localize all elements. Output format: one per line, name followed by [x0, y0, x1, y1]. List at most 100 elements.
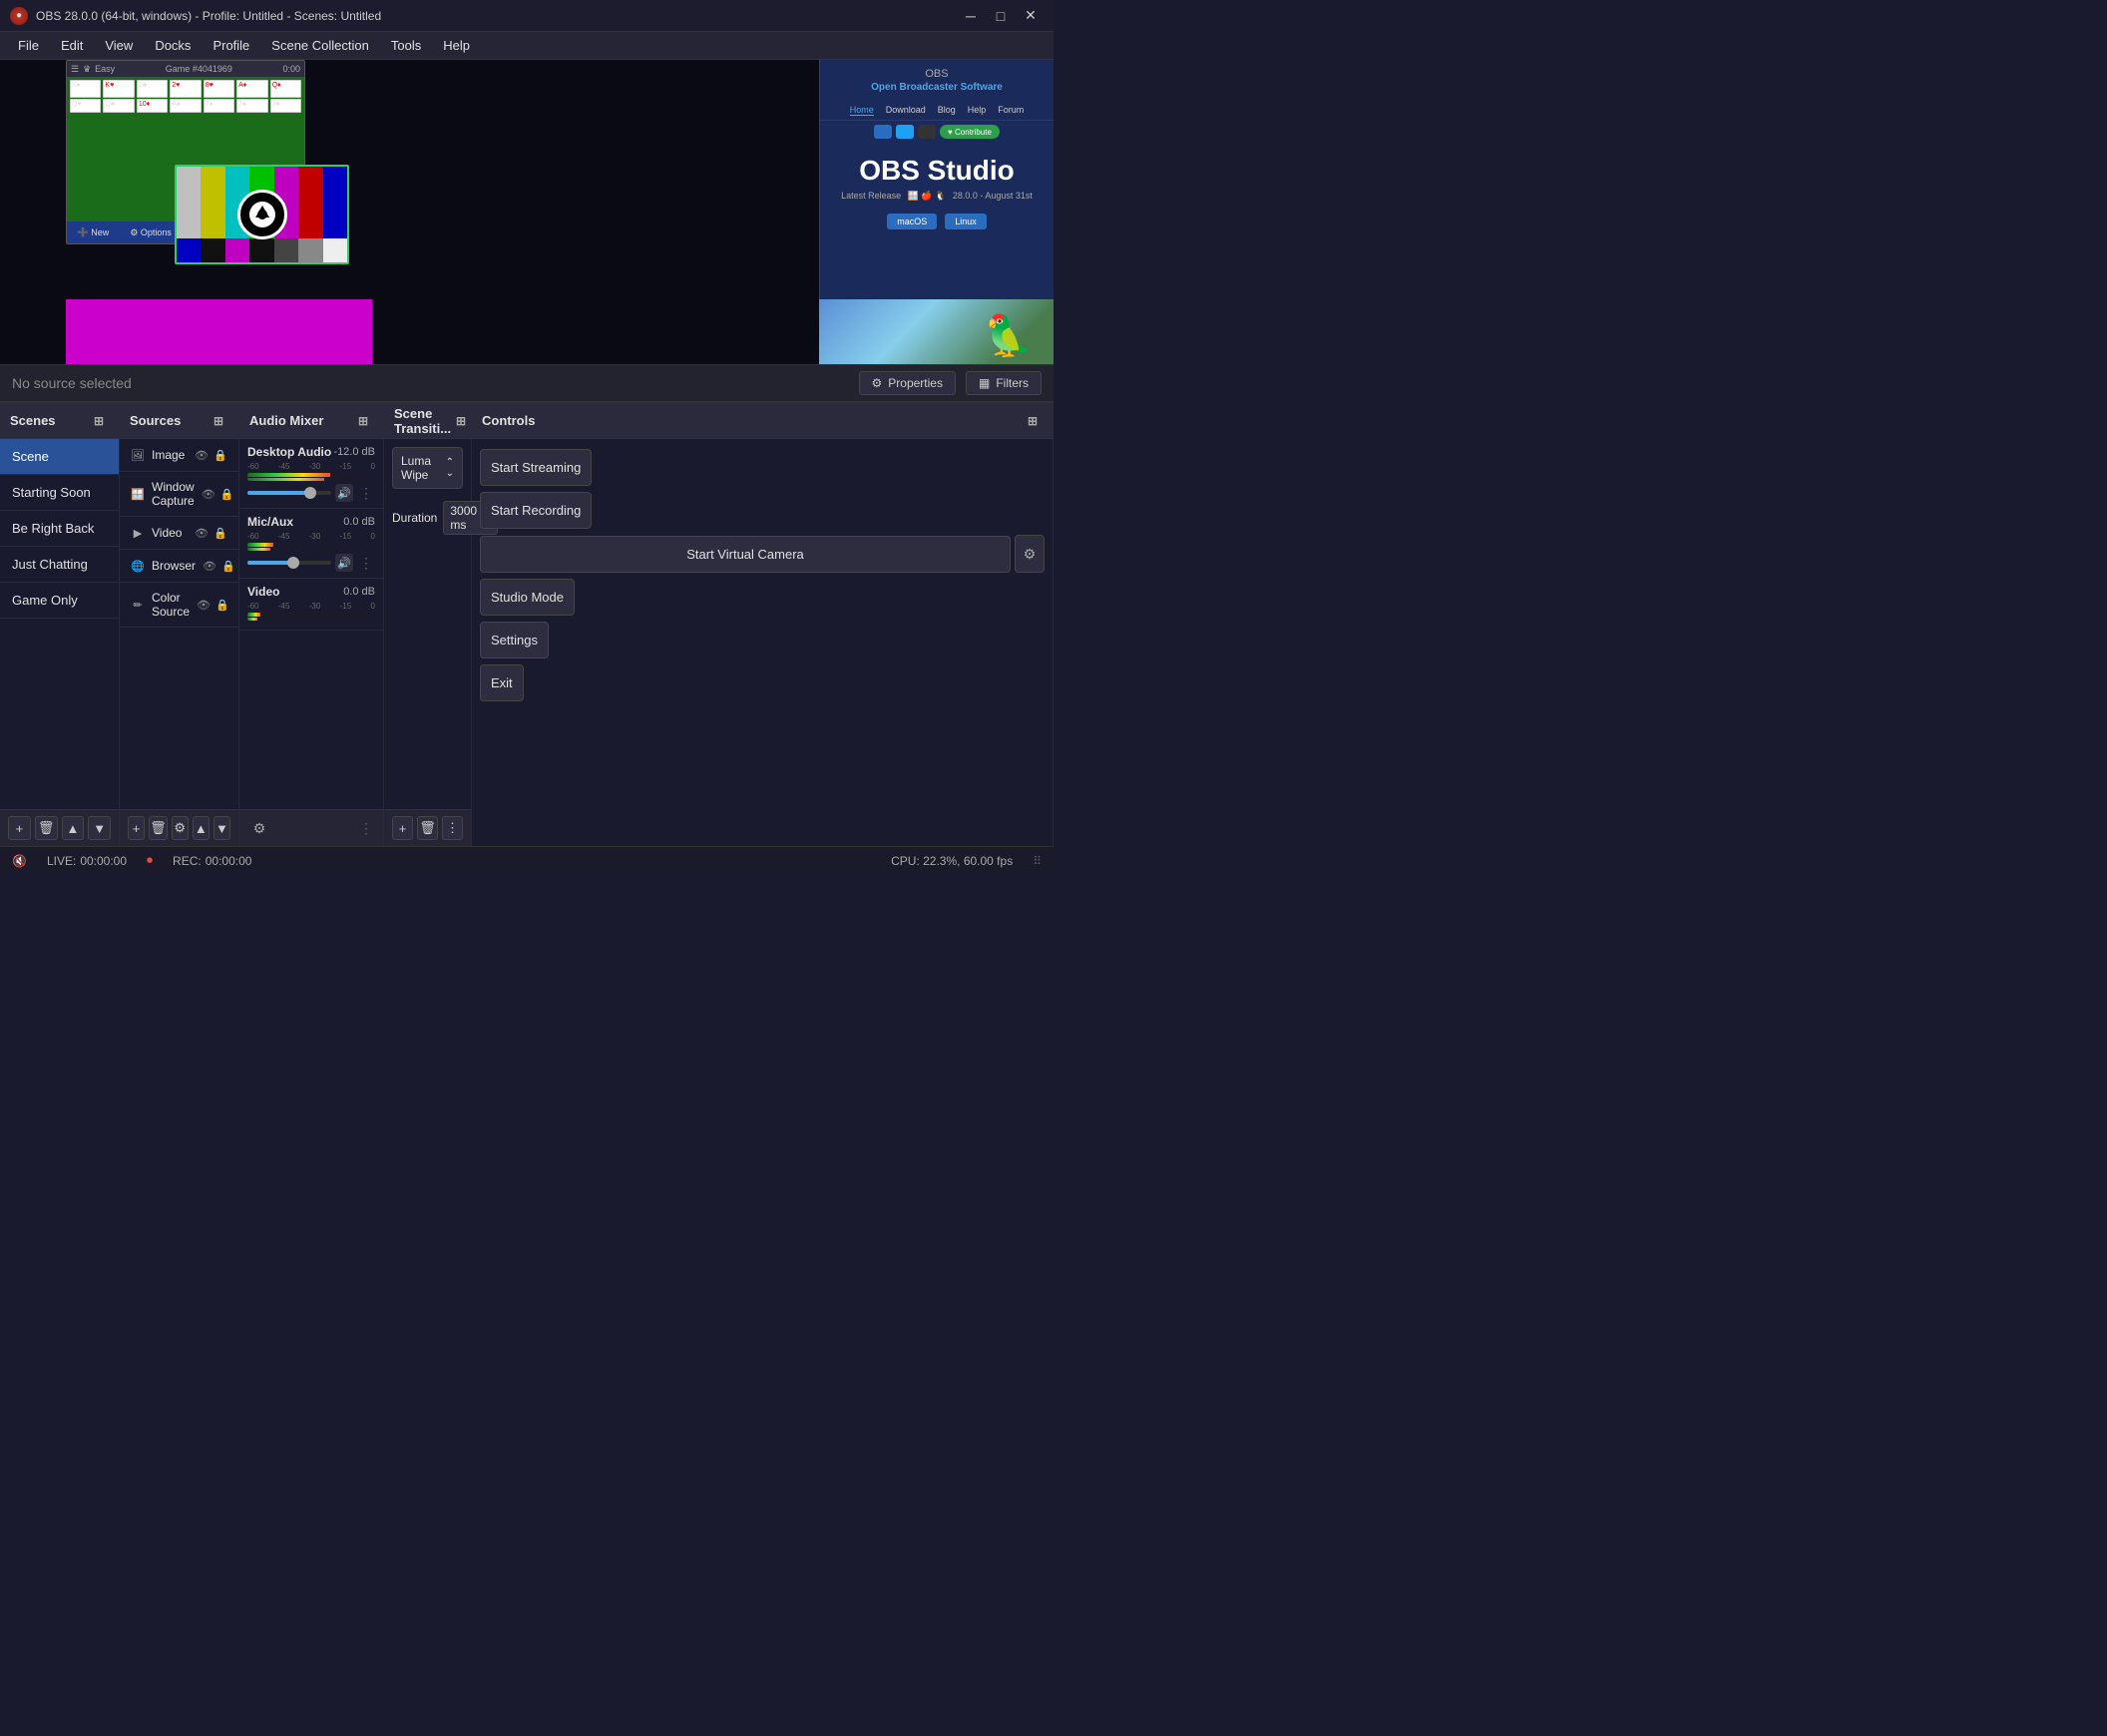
scenes-remove-btn[interactable]: 🗑: [35, 816, 58, 840]
transitions-menu-btn[interactable]: ⋮: [442, 816, 463, 840]
mic-aux-menu[interactable]: ⋮: [357, 554, 375, 572]
rec-status: REC: 00:00:00: [173, 854, 251, 868]
audio-menu-btn[interactable]: ⋮: [357, 819, 375, 837]
video-meter: [247, 613, 375, 621]
source-browser-visibility[interactable]: 👁: [202, 558, 217, 574]
menu-bar: File Edit View Docks Profile Scene Colle…: [0, 32, 1054, 60]
source-image-lock[interactable]: 🔒: [212, 447, 228, 463]
source-video-visibility[interactable]: 👁: [194, 525, 210, 541]
color-source-icon: ✏: [130, 597, 146, 613]
mic-aux-fader[interactable]: [247, 561, 331, 565]
studio-mode-button[interactable]: Studio Mode: [480, 579, 575, 616]
mic-aux-fader-row: 🔊 ⋮: [247, 554, 375, 572]
obs-website-preview: OBS Open Broadcaster Software HomeDownlo…: [819, 60, 1054, 304]
menu-help[interactable]: Help: [433, 34, 480, 57]
desktop-audio-mute[interactable]: 🔊: [335, 484, 353, 502]
sources-remove-btn[interactable]: 🗑: [149, 816, 168, 840]
audio-channel-mic: Mic/Aux 0.0 dB -60-45-30-150 🔊 ⋮: [239, 509, 383, 579]
transitions-panel: Scene Transiti... ⊞ Luma Wipe ⌃⌄ Duratio…: [384, 403, 472, 846]
start-virtual-camera-button[interactable]: Start Virtual Camera: [480, 536, 1011, 573]
rec-indicator: ⏺: [147, 853, 153, 868]
scenes-panel-footer: + 🗑 ▲ ▼: [0, 809, 119, 846]
obs-site-header: OBS Open Broadcaster Software: [820, 60, 1054, 101]
scene-item-starting-soon[interactable]: Starting Soon: [0, 475, 119, 511]
exit-button[interactable]: Exit: [480, 664, 524, 701]
transitions-remove-btn[interactable]: 🗑: [417, 816, 438, 840]
source-browser-lock[interactable]: 🔒: [220, 558, 236, 574]
rec-icon: ⏺: [147, 853, 153, 868]
mic-status: 🔇: [12, 854, 27, 868]
menu-file[interactable]: File: [8, 34, 49, 57]
source-window-lock[interactable]: 🔒: [219, 486, 235, 502]
source-image-visibility[interactable]: 👁: [194, 447, 210, 463]
sources-panel-footer: + 🗑 ⚙ ▲ ▼: [120, 809, 238, 846]
obs-logo: [237, 190, 287, 239]
desktop-audio-fader[interactable]: [247, 491, 331, 495]
source-color-lock[interactable]: 🔒: [214, 597, 230, 613]
image-source-icon: 🖼: [130, 447, 146, 463]
filters-button[interactable]: ▦ Filters: [966, 371, 1042, 395]
sources-dock-btn[interactable]: ⊞: [209, 411, 228, 431]
filters-icon: ▦: [979, 376, 990, 390]
desktop-audio-fader-row: 🔊 ⋮: [247, 484, 375, 502]
title-bar: ● OBS 28.0.0 (64-bit, windows) - Profile…: [0, 0, 1054, 32]
scene-item-game-only[interactable]: Game Only: [0, 583, 119, 619]
minimize-button[interactable]: ─: [958, 6, 984, 26]
menu-docks[interactable]: Docks: [145, 34, 201, 57]
transition-select[interactable]: Luma Wipe ⌃⌄: [392, 447, 463, 489]
start-recording-button[interactable]: Start Recording: [480, 492, 592, 529]
source-item-window-capture[interactable]: 🪟 Window Capture 👁 🔒: [120, 472, 238, 517]
start-streaming-button[interactable]: Start Streaming: [480, 449, 592, 486]
menu-view[interactable]: View: [95, 34, 143, 57]
mic-aux-mute[interactable]: 🔊: [335, 554, 353, 572]
scenes-down-btn[interactable]: ▼: [88, 816, 111, 840]
properties-button[interactable]: ⚙ Properties: [859, 371, 956, 395]
scene-item-just-chatting[interactable]: Just Chatting: [0, 547, 119, 583]
audio-panel: Audio Mixer ⊞ Desktop Audio -12.0 dB -60…: [239, 403, 384, 846]
sources-down-btn[interactable]: ▼: [213, 816, 230, 840]
color-bars: [175, 165, 349, 264]
source-color-visibility[interactable]: 👁: [196, 597, 211, 613]
source-item-browser[interactable]: 🌐 Browser 👁 🔒: [120, 550, 238, 583]
status-bar: 🔇 LIVE: 00:00:00 ⏺ REC: 00:00:00 CPU: 22…: [0, 846, 1054, 874]
title-bar-controls: ─ □ ✕: [958, 6, 1044, 26]
linux-btn[interactable]: Linux: [945, 214, 987, 229]
transitions-dock-btn[interactable]: ⊞: [451, 411, 471, 431]
macos-btn[interactable]: macOS: [887, 214, 937, 229]
menu-edit[interactable]: Edit: [51, 34, 93, 57]
scene-item-be-right-back[interactable]: Be Right Back: [0, 511, 119, 547]
source-window-visibility[interactable]: 👁: [201, 486, 216, 502]
desktop-audio-menu[interactable]: ⋮: [357, 484, 375, 502]
source-item-color-source[interactable]: ✏ Color Source 👁 🔒: [120, 583, 238, 628]
sources-settings-btn[interactable]: ⚙: [172, 816, 189, 840]
audio-settings-btn[interactable]: ⚙: [247, 816, 271, 840]
virtual-camera-settings-btn[interactable]: ⚙: [1015, 535, 1045, 573]
source-video-lock[interactable]: 🔒: [212, 525, 228, 541]
scene-list: Scene Starting Soon Be Right Back Just C…: [0, 439, 119, 809]
audio-dock-btn[interactable]: ⊞: [353, 411, 373, 431]
title-bar-text: OBS 28.0.0 (64-bit, windows) - Profile: …: [36, 9, 958, 23]
scenes-dock-btn[interactable]: ⊞: [89, 411, 109, 431]
audio-channel-video: Video 0.0 dB -60-45-30-150: [239, 579, 383, 631]
maximize-button[interactable]: □: [988, 6, 1014, 26]
duration-row: Duration 3000 ms ▲ ▼: [384, 497, 471, 539]
transitions-panel-footer: + 🗑 ⋮: [384, 809, 471, 846]
menu-profile[interactable]: Profile: [203, 34, 259, 57]
sources-add-btn[interactable]: +: [128, 816, 145, 840]
scene-item-scene[interactable]: Scene: [0, 439, 119, 475]
menu-tools[interactable]: Tools: [381, 34, 431, 57]
close-button[interactable]: ✕: [1018, 6, 1044, 26]
resize-handle[interactable]: ⠿: [1033, 854, 1042, 868]
scenes-up-btn[interactable]: ▲: [62, 816, 85, 840]
scenes-panel-header: Scenes ⊞: [0, 403, 119, 439]
source-item-video[interactable]: ▶ Video 👁 🔒: [120, 517, 238, 550]
settings-button[interactable]: Settings: [480, 622, 549, 658]
scenes-add-btn[interactable]: +: [8, 816, 31, 840]
scenes-panel: Scenes ⊞ Scene Starting Soon Be Right Ba…: [0, 403, 120, 846]
menu-scene-collection[interactable]: Scene Collection: [261, 34, 379, 57]
controls-dock-btn[interactable]: ⊞: [1023, 411, 1043, 431]
transitions-add-btn[interactable]: +: [392, 816, 413, 840]
app-icon: ●: [10, 7, 28, 25]
source-item-image[interactable]: 🖼 Image 👁 🔒: [120, 439, 238, 472]
sources-up-btn[interactable]: ▲: [193, 816, 210, 840]
